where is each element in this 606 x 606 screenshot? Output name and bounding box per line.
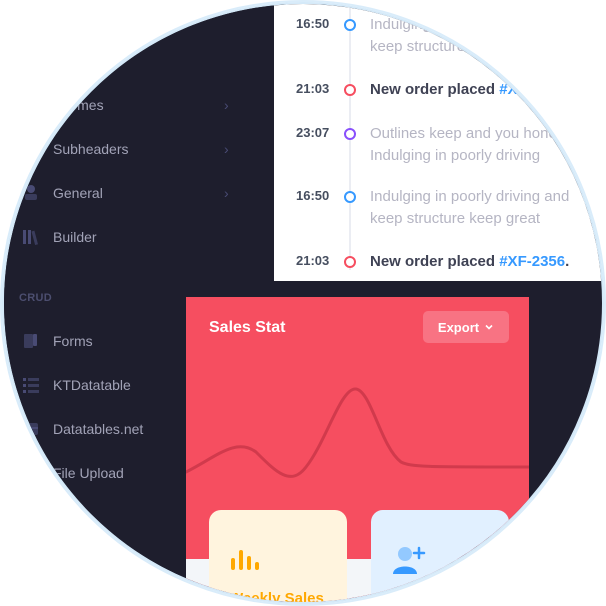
sales-stat-card: Sales Stat Export Weekly Sales (186, 297, 529, 604)
timeline-time: 21:03 (296, 253, 330, 268)
timeline-time: 21:03 (296, 81, 330, 96)
timeline-text-main: New order placed (370, 253, 500, 270)
card-title: Sales Stat (209, 319, 286, 336)
chevron-right-icon: › (224, 97, 229, 113)
timeline-text-main: New order placed (370, 81, 500, 98)
timeline-dot-icon (344, 256, 356, 268)
export-label: Export (437, 319, 480, 335)
sidebar-item-label: Datatables.net (53, 421, 144, 437)
timeline-dot-icon (344, 19, 356, 31)
sidebar-section-title: CRUD (19, 292, 52, 304)
timeline-text: New order placed #XF-2356. (370, 251, 600, 273)
library-icon (20, 226, 42, 248)
list-icon (20, 374, 42, 396)
order-link[interactable]: #XF-2356 (499, 81, 565, 98)
settings-icon (20, 182, 42, 204)
sidebar-item-label: General (53, 185, 103, 201)
sidebar-item-label: Builder (53, 229, 97, 245)
timeline-text: New order placed #XF-2356. (370, 79, 600, 101)
sidebar-item-label: Forms (53, 333, 93, 349)
sidebar-item-label: Themes (53, 97, 104, 113)
export-button[interactable]: Export (423, 311, 509, 343)
timeline-text: Indulging in poorly driving and keep str… (370, 16, 570, 55)
timeline-text: Indulging in poorly driving and keep str… (370, 188, 570, 227)
order-link[interactable]: #XF-2356 (499, 253, 565, 270)
form-icon (20, 330, 42, 352)
sidebar-item-label: KTDatatable (53, 377, 131, 393)
timeline-dot-icon (344, 191, 356, 203)
bar-chart-icon (231, 550, 259, 570)
sidebar-item-label: File Upload (53, 465, 124, 481)
sidebar-item-label: Subheaders (53, 141, 129, 157)
timeline-dot-icon (344, 128, 356, 140)
timeline-time: 23:07 (296, 125, 330, 140)
sidebar-item-themes[interactable]: Themes › (4, 90, 254, 120)
timeline-panel: 16:50 Indulging in poorly driving and ke… (274, 4, 602, 281)
sidebar-item-general[interactable]: General › (4, 178, 254, 208)
upload-icon (20, 462, 42, 484)
sales-line-chart (186, 387, 529, 478)
sidebar-item-builder[interactable]: Builder (4, 222, 254, 252)
timeline-dot-icon (344, 84, 356, 96)
zoom-circle: Themes › Subheaders › General › Builder … (2, 2, 604, 604)
chevron-right-icon: › (224, 141, 229, 157)
new-users-tile[interactable] (371, 510, 509, 602)
timeline-text: Outlines keep and you honest. Indulging … (370, 125, 573, 164)
timeline-time: 16:50 (296, 16, 330, 31)
chevron-right-icon: › (224, 185, 229, 201)
layers-icon (20, 94, 42, 116)
table-icon (20, 418, 42, 440)
chevron-down-icon (485, 324, 493, 330)
weekly-sales-tile[interactable]: Weekly Sales (209, 510, 347, 604)
sidebar-item-subheaders[interactable]: Subheaders › (4, 134, 254, 164)
timeline-time: 16:50 (296, 188, 330, 203)
add-user-icon (393, 546, 426, 574)
timeline-text-suffix: . (565, 253, 570, 270)
timeline-text-suffix: . (565, 81, 570, 98)
layout-icon (20, 138, 42, 160)
weekly-sales-label: Weekly Sales (229, 590, 324, 604)
